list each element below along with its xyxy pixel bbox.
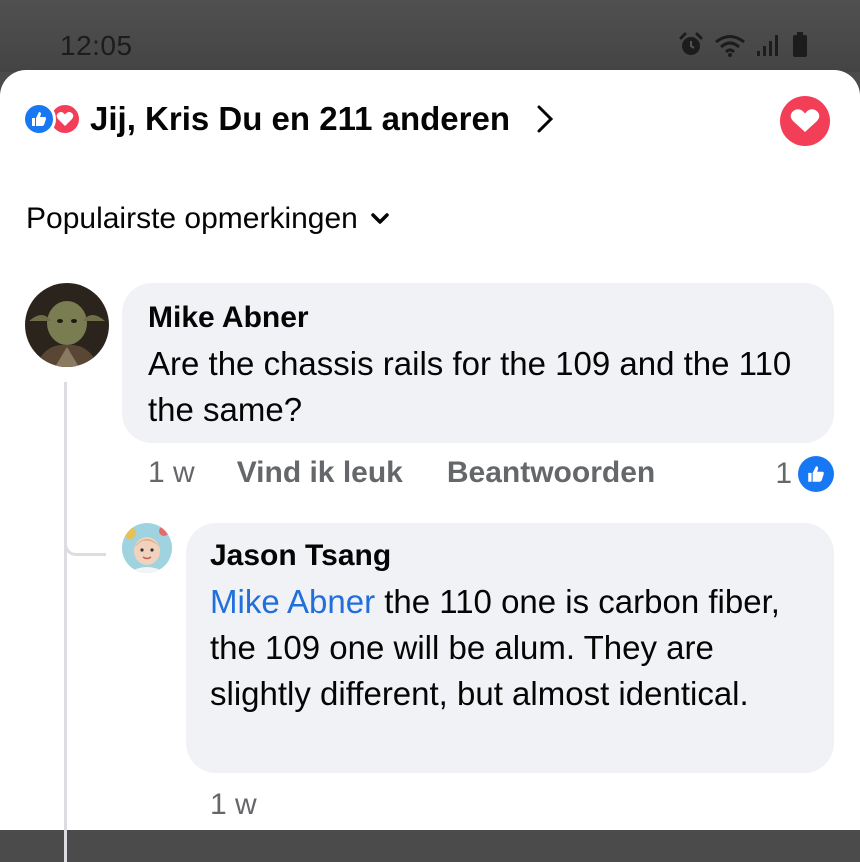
mention-link[interactable]: Mike Abner: [210, 583, 375, 620]
comment-reaction-count[interactable]: 1: [775, 456, 834, 492]
like-icon: [798, 456, 834, 492]
comment-text: Are the chassis rails for the 109 and th…: [148, 345, 792, 428]
comment-timestamp: 1 w: [148, 456, 195, 489]
signal-icon: [757, 35, 778, 56]
alarm-icon: [679, 32, 703, 55]
comment-bubble[interactable]: Mike Abner Are the chassis rails for the…: [122, 283, 834, 443]
chevron-down-icon: [371, 213, 389, 224]
reply-timestamp: 1 w: [210, 788, 257, 821]
reply-text: Mike Abner the 110 one is carbon fiber, …: [210, 579, 810, 717]
comment-meta: 1 w Vind ik leuk Beantwoorden: [148, 456, 699, 490]
status-bar: 12:05: [0, 0, 860, 72]
comment-author[interactable]: Mike Abner: [148, 299, 808, 337]
thread-line: [64, 382, 67, 862]
like-button[interactable]: Vind ik leuk: [237, 456, 403, 490]
reply-author[interactable]: Jason Tsang: [210, 537, 810, 575]
sort-label: Populairste opmerkingen: [26, 202, 358, 235]
avatar[interactable]: [25, 283, 109, 367]
like-icon: [22, 102, 56, 136]
reply-connector: [64, 544, 106, 556]
reactions-summary[interactable]: Jij, Kris Du en 211 anderen: [22, 100, 554, 138]
sort-dropdown[interactable]: Populairste opmerkingen: [26, 202, 390, 236]
reactions-summary-text: Jij, Kris Du en 211 anderen: [90, 100, 511, 137]
reaction-count: 1: [775, 457, 792, 490]
chevron-right-icon: [537, 105, 554, 133]
status-time: 12:05: [60, 30, 133, 61]
avatar[interactable]: [122, 523, 172, 573]
status-icons: [678, 32, 808, 58]
love-reaction-button[interactable]: [780, 96, 830, 146]
reply-bubble[interactable]: Jason Tsang Mike Abner the 110 one is ca…: [186, 523, 834, 773]
wifi-icon: [715, 35, 745, 57]
heart-icon: [790, 109, 820, 132]
comments-sheet: Jij, Kris Du en 211 anderen Populairste …: [0, 70, 860, 862]
reply-button[interactable]: Beantwoorden: [447, 456, 655, 490]
battery-icon: [793, 32, 807, 57]
